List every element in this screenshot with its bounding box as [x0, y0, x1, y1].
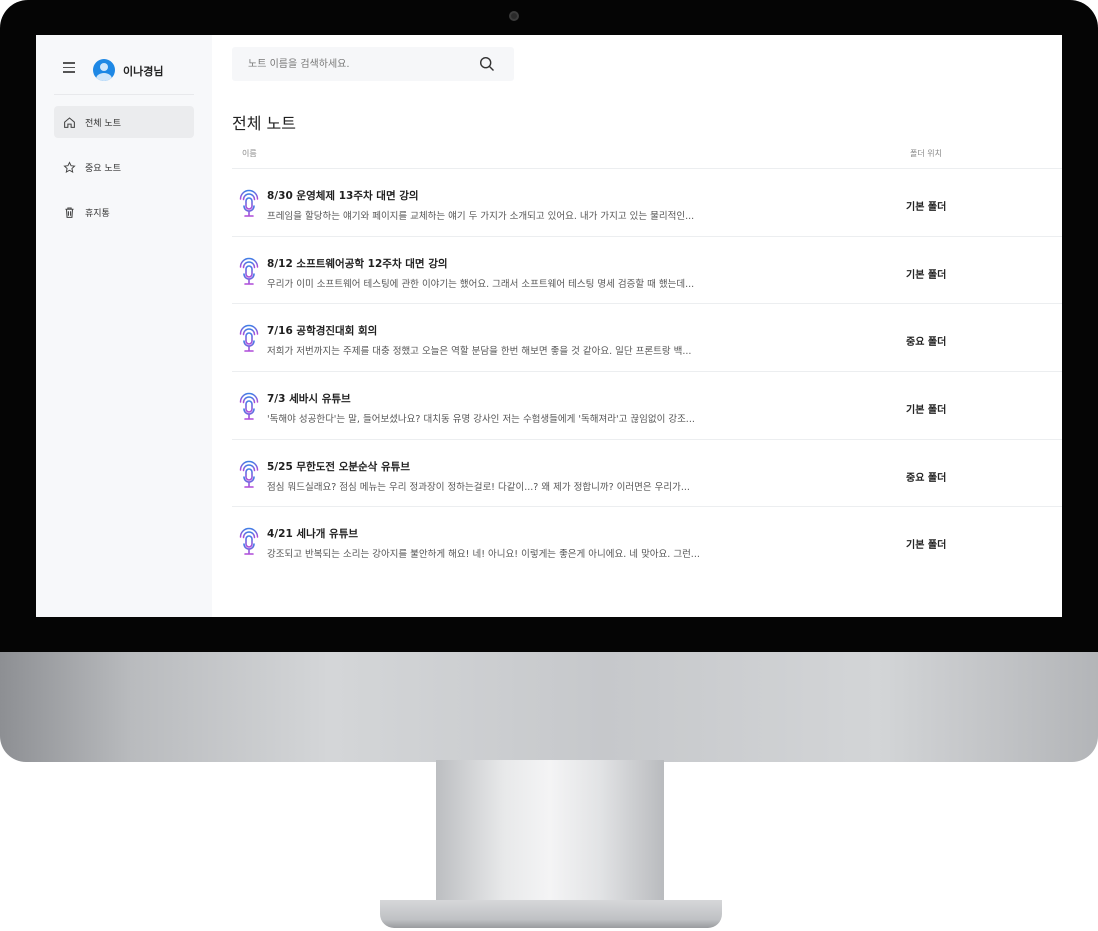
- note-title: 4/21 세나개 유튜브: [267, 528, 359, 541]
- sidebar-divider: [54, 94, 194, 95]
- column-header-name: 이름: [242, 149, 257, 158]
- note-folder: 기본 폴더: [906, 540, 947, 552]
- sidebar-item-label: 휴지통: [85, 208, 110, 219]
- star-icon: [63, 160, 76, 173]
- hamburger-menu-icon[interactable]: [63, 62, 75, 73]
- note-folder: 중요 폴더: [906, 472, 947, 484]
- monitor-chin: [0, 652, 1098, 762]
- note-preview: '독해야 성공한다'는 말, 들어보셨나요? 대치동 유명 강사인 저는 수험생…: [267, 414, 695, 426]
- note-row[interactable]: 7/16 공학경진대회 회의 저희가 저번까지는 주제를 대충 정했고 오늘은 …: [232, 304, 1062, 373]
- sidebar-item-all-notes[interactable]: 전체 노트: [54, 106, 194, 138]
- microphone-icon: [239, 528, 259, 556]
- note-title: 8/12 소프트웨어공학 12주차 대면 강의: [267, 257, 448, 270]
- note-preview: 점심 뭐드실래요? 점심 메뉴는 우리 정과장이 정하는걸로! 다같이...? …: [267, 481, 690, 493]
- note-row[interactable]: 7/3 세바시 유튜브 '독해야 성공한다'는 말, 들어보셨나요? 대치동 유…: [232, 372, 1062, 440]
- note-preview: 저희가 저번까지는 주제를 대충 정했고 오늘은 역할 분담을 한번 해보면 좋…: [267, 346, 692, 358]
- search-bar: [232, 47, 514, 81]
- note-row[interactable]: 8/30 운영체제 13주차 대면 강의 프레임을 할당하는 얘기와 페이지를 …: [232, 169, 1062, 237]
- monitor-stand: [436, 760, 664, 918]
- camera-icon: [509, 11, 519, 21]
- note-preview: 프레임을 할당하는 얘기와 페이지를 교체하는 얘기 두 가지가 소개되고 있어…: [267, 211, 695, 222]
- note-folder: 기본 폴더: [906, 269, 947, 281]
- search-input[interactable]: [232, 47, 472, 81]
- note-preview: 강조되고 반복되는 소리는 강아지를 불안하게 해요! 네! 아니요! 이렇게는…: [267, 549, 700, 561]
- sidebar-header: 이나경님: [36, 35, 212, 95]
- trash-icon: [65, 207, 74, 218]
- app-screen: 이나경님 전체 노트 중요 노트 휴지통 노트 이름을 검색하세요. 전체 노트…: [36, 35, 1062, 617]
- note-folder: 중요 폴더: [906, 337, 947, 349]
- sidebar-item-important-notes[interactable]: 중요 노트: [54, 151, 194, 183]
- main-content: 전체 노트 이름 폴더 위치 8/30 운영체제 13주차 대면 강의 프레임을…: [212, 35, 1062, 617]
- sidebar-item-label: 중요 노트: [85, 163, 121, 174]
- microphone-icon: [239, 392, 259, 420]
- note-title: 7/16 공학경진대회 회의: [267, 325, 378, 338]
- home-icon: [64, 116, 75, 128]
- note-title: 8/30 운영체제 13주차 대면 강의: [267, 190, 419, 202]
- user-name: 이나경님: [123, 65, 164, 78]
- note-row[interactable]: 5/25 무한도전 오분순삭 유튜브 점심 뭐드실래요? 점심 메뉴는 우리 정…: [232, 440, 1062, 508]
- page-title: 전체 노트: [232, 114, 296, 133]
- note-row[interactable]: 4/21 세나개 유튜브 강조되고 반복되는 소리는 강아지를 불안하게 해요!…: [232, 507, 1062, 575]
- note-preview: 우리가 이미 소프트웨어 테스팅에 관한 이야기는 했어요. 그래서 소프트웨어…: [267, 278, 695, 290]
- avatar[interactable]: [93, 59, 115, 81]
- sidebar-item-label: 전체 노트: [85, 118, 121, 129]
- note-title: 5/25 무한도전 오분순삭 유튜브: [267, 460, 410, 473]
- search-icon[interactable]: [479, 56, 495, 72]
- microphone-icon: [239, 460, 259, 488]
- microphone-icon: [239, 189, 259, 217]
- microphone-icon: [239, 325, 259, 353]
- sidebar: 이나경님 전체 노트 중요 노트 휴지통: [36, 35, 212, 617]
- note-title: 7/3 세바시 유튜브: [267, 393, 351, 406]
- note-folder: 기본 폴더: [906, 202, 947, 213]
- column-header-folder: 폴더 위치: [910, 149, 942, 158]
- note-row[interactable]: 8/12 소프트웨어공학 12주차 대면 강의 우리가 이미 소프트웨어 테스팅…: [232, 237, 1062, 305]
- imac-monitor: 이나경님 전체 노트 중요 노트 휴지통 노트 이름을 검색하세요. 전체 노트…: [0, 0, 1098, 931]
- note-folder: 기본 폴더: [906, 405, 947, 417]
- microphone-icon: [239, 257, 259, 285]
- sidebar-item-trash[interactable]: 휴지통: [54, 196, 194, 228]
- monitor-base: [380, 900, 722, 928]
- note-list: 8/30 운영체제 13주차 대면 강의 프레임을 할당하는 얘기와 페이지를 …: [232, 169, 1062, 575]
